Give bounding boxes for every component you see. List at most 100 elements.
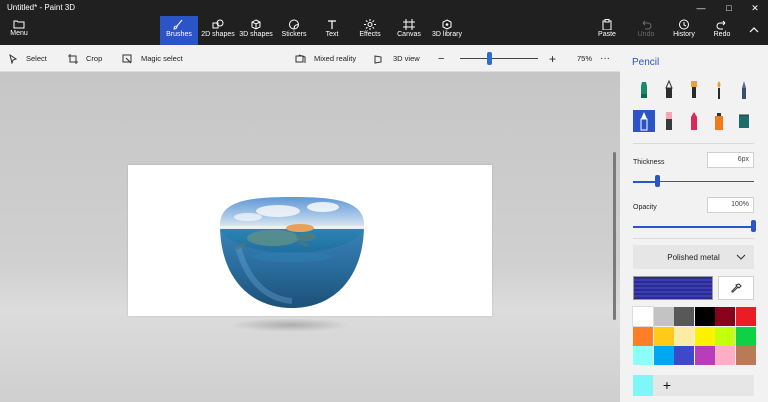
- sticker-icon: [289, 19, 299, 30]
- paste-button[interactable]: Paste: [592, 16, 622, 45]
- palette-color[interactable]: [633, 326, 653, 346]
- thickness-label: Thickness: [633, 159, 665, 166]
- zoom-slider-track[interactable]: [460, 58, 538, 59]
- thickness-slider-fill: [633, 180, 658, 183]
- tab-canvas[interactable]: Canvas: [392, 16, 426, 45]
- palette-color[interactable]: [632, 306, 654, 327]
- redo-button[interactable]: Redo: [708, 16, 736, 45]
- object-shadow: [230, 318, 350, 332]
- tab-3d-library[interactable]: 3D library: [430, 16, 464, 45]
- tab-label: 3D library: [432, 31, 462, 38]
- history-label: History: [673, 31, 695, 38]
- minimize-button[interactable]: —: [690, 0, 712, 16]
- tab-label: Canvas: [397, 31, 421, 38]
- magic-select-icon: [122, 54, 132, 63]
- add-color-button[interactable]: +: [659, 375, 675, 396]
- maximize-button[interactable]: □: [718, 0, 740, 16]
- crop-button[interactable]: Crop: [68, 45, 102, 72]
- tab-3d-shapes[interactable]: 3D shapes: [238, 16, 274, 45]
- eyedropper-icon: [731, 282, 742, 292]
- palette-color[interactable]: [653, 346, 674, 365]
- mixed-reality-label: Mixed reality: [314, 54, 357, 63]
- palette-color[interactable]: [715, 307, 735, 326]
- palette-color[interactable]: [653, 326, 674, 346]
- palette-color[interactable]: [694, 307, 715, 326]
- panel-title: Pencil: [632, 57, 660, 68]
- palette-color[interactable]: [735, 346, 756, 365]
- thickness-slider-thumb[interactable]: [655, 175, 661, 187]
- folder-icon: [13, 20, 25, 29]
- chevron-up-icon: [749, 27, 759, 33]
- material-dropdown[interactable]: Polished metal: [633, 245, 754, 269]
- 3d-view-button[interactable]: 3D view: [374, 45, 420, 72]
- tab-effects[interactable]: Effects: [352, 16, 388, 45]
- palette-color[interactable]: [694, 326, 715, 346]
- tab-stickers[interactable]: Stickers: [276, 16, 312, 45]
- pencil-tool[interactable]: [633, 110, 655, 132]
- undo-icon: [642, 20, 652, 30]
- crayon-icon: [691, 112, 697, 130]
- tab-text[interactable]: Text: [316, 16, 348, 45]
- tab-label: Text: [325, 31, 339, 38]
- more-options-button[interactable]: ···: [600, 45, 610, 72]
- oil-brush-tool[interactable]: [683, 79, 705, 101]
- library-icon: [442, 19, 452, 30]
- spray-can-tool[interactable]: [708, 110, 730, 132]
- brush-panel: Pencil Thickness 6px Opacity 100% Polish…: [620, 45, 768, 402]
- palette-color[interactable]: [674, 346, 694, 365]
- marker-tool[interactable]: [633, 79, 655, 101]
- palette-color[interactable]: [653, 307, 674, 326]
- zoom-in-button[interactable]: +: [549, 45, 556, 72]
- menu-button[interactable]: Menu: [2, 16, 36, 45]
- crayon-tool[interactable]: [683, 110, 705, 132]
- vertical-scrollbar[interactable]: [613, 152, 616, 320]
- eraser-tool[interactable]: [658, 110, 680, 132]
- eraser-icon: [666, 112, 672, 130]
- palette-color[interactable]: [674, 326, 694, 346]
- mixed-reality-button[interactable]: Mixed reality: [295, 45, 356, 72]
- zoom-slider-thumb[interactable]: [486, 52, 492, 65]
- pixel-pen-tool[interactable]: [733, 79, 755, 101]
- thickness-input[interactable]: 6px: [707, 152, 754, 168]
- history-button[interactable]: History: [668, 16, 700, 45]
- fill-tool[interactable]: [733, 110, 755, 132]
- brush-icon: [173, 19, 183, 30]
- crop-label: Crop: [86, 54, 103, 63]
- 3d-view-label: 3D view: [393, 54, 420, 63]
- drawing-canvas[interactable]: [128, 165, 492, 316]
- window-title: Untitled* - Paint 3D: [7, 3, 76, 12]
- calligraphy-pen-icon: [665, 80, 673, 98]
- divider: [633, 143, 754, 144]
- crop-icon: [68, 53, 78, 64]
- opacity-slider-thumb[interactable]: [751, 220, 756, 232]
- palette-color[interactable]: [674, 307, 694, 326]
- palette-color[interactable]: [633, 346, 653, 365]
- pixel-pen-icon: [742, 81, 746, 99]
- undo-button[interactable]: Undo: [632, 16, 660, 45]
- zoom-out-button[interactable]: −: [438, 45, 444, 72]
- palette-color[interactable]: [735, 326, 756, 346]
- current-color-swatch[interactable]: [633, 276, 713, 300]
- magic-select-button[interactable]: Magic select: [122, 45, 183, 72]
- tab-brushes[interactable]: Brushes: [160, 16, 198, 45]
- fill-bucket-icon: [739, 114, 749, 128]
- ribbon: Menu Brushes 2D shapes 3D shapes Sticker…: [0, 16, 768, 45]
- eyedropper-button[interactable]: [718, 276, 754, 300]
- palette-color[interactable]: [715, 326, 735, 346]
- tab-2d-shapes[interactable]: 2D shapes: [200, 16, 236, 45]
- palette-color[interactable]: [735, 307, 756, 326]
- palette-color[interactable]: [715, 346, 735, 365]
- close-button[interactable]: ✕: [744, 0, 766, 16]
- select-button[interactable]: Select: [9, 45, 47, 72]
- custom-color-swatch[interactable]: [633, 375, 653, 396]
- redo-label: Redo: [713, 31, 731, 38]
- sun-icon: [364, 19, 376, 30]
- watercolor-tool[interactable]: [708, 79, 730, 101]
- calligraphy-pen-tool[interactable]: [658, 79, 680, 101]
- opacity-input[interactable]: 100%: [707, 197, 754, 213]
- tab-label: Brushes: [166, 31, 192, 38]
- select-label: Select: [26, 54, 47, 63]
- collapse-ribbon-button[interactable]: [744, 16, 764, 45]
- palette-color[interactable]: [694, 346, 715, 365]
- marker-icon: [641, 82, 647, 98]
